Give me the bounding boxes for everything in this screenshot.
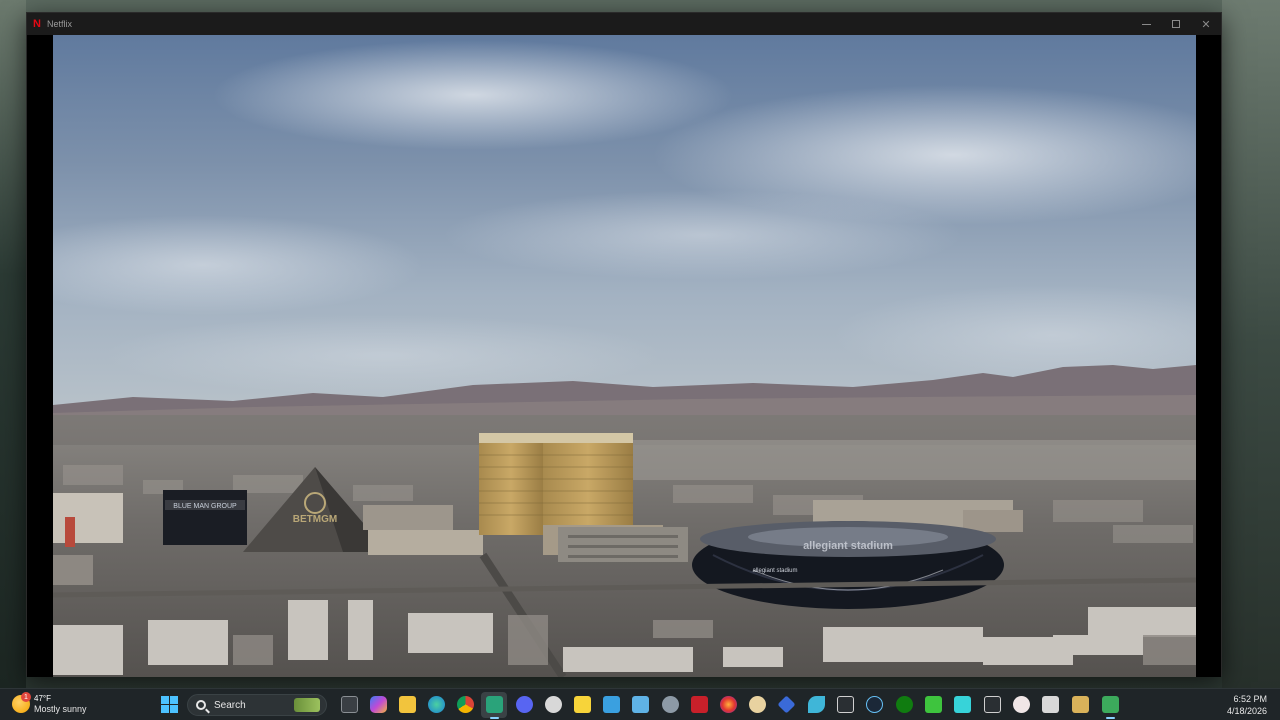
minimize-button[interactable] bbox=[1131, 13, 1161, 35]
video-player[interactable]: BLUE MAN GROUP BETMGM allegiant stadium … bbox=[27, 35, 1221, 677]
baseball-icon[interactable] bbox=[1013, 696, 1030, 713]
weather-text: 47°F Mostly sunny bbox=[34, 693, 87, 715]
netflix-window[interactable]: N Netflix ✕ BLUE MAN GROUP BETMGM allegi… bbox=[26, 12, 1222, 677]
close-button[interactable]: ✕ bbox=[1191, 13, 1221, 35]
windows-logo-tile bbox=[161, 705, 169, 713]
search-icon bbox=[196, 700, 206, 710]
xbox-icon[interactable] bbox=[896, 696, 913, 713]
clock-date: 4/18/2026 bbox=[1226, 706, 1267, 716]
window-titlebar[interactable]: N Netflix ✕ bbox=[27, 13, 1221, 35]
stadium-roof-sign: allegiant stadium bbox=[803, 540, 893, 552]
clock-time: 6:52 PM bbox=[1233, 694, 1267, 704]
chrome-icon[interactable] bbox=[457, 696, 474, 713]
steam-settings-icon[interactable] bbox=[545, 696, 562, 713]
edge-icon[interactable] bbox=[428, 696, 445, 713]
taskbar-search[interactable]: Search bbox=[187, 694, 327, 716]
control-panel-icon[interactable] bbox=[632, 696, 649, 713]
battery-icon[interactable] bbox=[925, 696, 942, 713]
windows-logo-tile bbox=[161, 696, 169, 704]
active-app-icon[interactable] bbox=[486, 696, 503, 719]
video-frame[interactable]: BLUE MAN GROUP BETMGM allegiant stadium … bbox=[53, 35, 1196, 677]
weather-desc: Mostly sunny bbox=[34, 704, 87, 714]
vpn-icon[interactable] bbox=[777, 695, 796, 714]
yeti-icon[interactable] bbox=[954, 696, 971, 713]
firefox-icon[interactable] bbox=[720, 696, 737, 713]
keyboard-icon[interactable] bbox=[1042, 696, 1059, 713]
sticky-notes-icon[interactable] bbox=[574, 696, 591, 713]
weather-temp: 47°F bbox=[34, 694, 51, 703]
notification-badge: 1 bbox=[21, 692, 31, 702]
window-title: Netflix bbox=[47, 19, 73, 29]
weather-widget[interactable]: 1 47°F Mostly sunny bbox=[12, 692, 87, 715]
task-view-icon[interactable] bbox=[341, 696, 358, 713]
netflix-n-icon: N bbox=[33, 17, 41, 30]
desktop-wallpaper-left bbox=[0, 0, 26, 688]
sticker-icon[interactable] bbox=[1072, 696, 1089, 713]
minimize-icon bbox=[1141, 23, 1151, 25]
maximize-icon bbox=[1172, 20, 1180, 28]
start-button[interactable] bbox=[161, 696, 178, 713]
search-label: Search bbox=[214, 699, 246, 711]
window-controls: ✕ bbox=[1131, 13, 1221, 35]
feather-icon[interactable] bbox=[749, 696, 766, 713]
betmgm-sign: BETMGM bbox=[293, 514, 337, 525]
green-app-icon[interactable] bbox=[1102, 696, 1119, 719]
desktop-wallpaper-right bbox=[1222, 0, 1280, 688]
maximize-button[interactable] bbox=[1161, 13, 1191, 35]
y-icon[interactable] bbox=[984, 696, 1001, 713]
lol-client-icon[interactable] bbox=[691, 696, 708, 713]
clock[interactable]: 6:52 PM 4/18/2026 bbox=[1227, 693, 1267, 717]
settings-gear-icon[interactable] bbox=[662, 696, 679, 713]
photos-icon[interactable] bbox=[603, 696, 620, 713]
stadium-side-sign: allegiant stadium bbox=[752, 568, 797, 574]
wing-icon[interactable] bbox=[808, 696, 825, 713]
copilot-icon[interactable] bbox=[370, 696, 387, 713]
blue-man-group-sign: BLUE MAN GROUP bbox=[173, 503, 237, 510]
discord-icon[interactable] bbox=[516, 696, 533, 713]
las-vegas-aerial-scene: BLUE MAN GROUP BETMGM allegiant stadium … bbox=[53, 35, 1196, 677]
close-icon: ✕ bbox=[1201, 18, 1211, 31]
jupyter-icon[interactable] bbox=[837, 696, 854, 713]
taskbar: 1 47°F Mostly sunny Search 6:52 PM 4/18/… bbox=[0, 688, 1280, 720]
file-explorer-icon[interactable] bbox=[399, 696, 416, 713]
windows-logo-tile bbox=[170, 696, 178, 704]
search-highlight-icon bbox=[294, 698, 320, 712]
windows-logo-tile bbox=[170, 705, 178, 713]
sun-icon: 1 bbox=[12, 692, 31, 713]
steam-icon[interactable] bbox=[866, 696, 883, 713]
